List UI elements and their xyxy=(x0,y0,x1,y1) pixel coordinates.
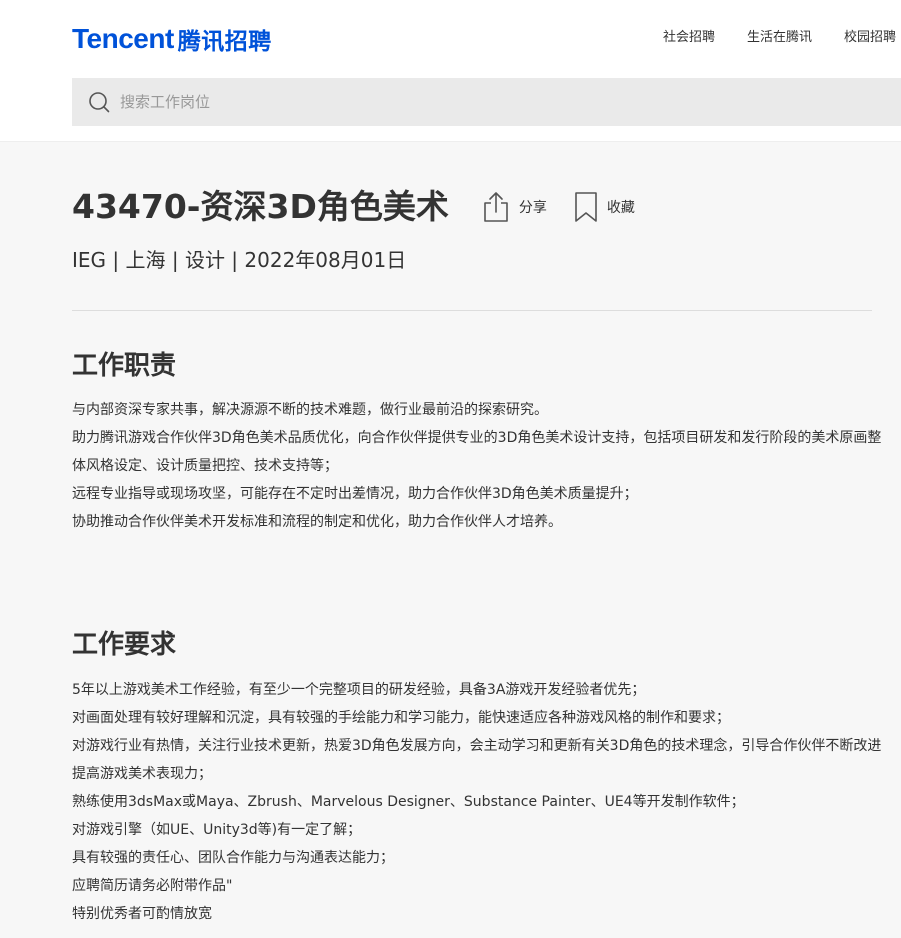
duty-item: 协助推动合作伙伴美术开发标准和流程的制定和优化，助力合作伙伴人才培养。 xyxy=(72,514,562,530)
share-label: 分享 xyxy=(518,200,547,216)
requirement-item: 具有较强的责任心、团队合作能力与沟通表达能力； xyxy=(72,850,394,866)
requirement-item: 对画面处理有较好理解和沉淀，具有较强的手绘能力和学习能力，能快速适应各种游戏风格… xyxy=(72,710,730,726)
duties-heading: 工作职责 xyxy=(72,351,177,381)
site-header: Tencent 腾讯招聘 社会招聘 生活在腾讯 校园招聘 xyxy=(0,0,901,142)
requirement-item: 特别优秀者可酌情放宽 xyxy=(72,906,212,922)
nav-campus-recruitment[interactable]: 校园招聘 xyxy=(844,29,896,47)
requirement-item: 熟练使用3dsMax或Maya、Zbrush、Marvelous Designe… xyxy=(72,794,745,810)
requirements-list: 5年以上游戏美术工作经验，有至少一个完整项目的研发经验，具备3A游戏开发经验者优… xyxy=(72,676,882,928)
favorite-label: 收藏 xyxy=(606,200,635,216)
top-nav: 社会招聘 生活在腾讯 校园招聘 xyxy=(663,29,901,47)
duty-item: 助力腾讯游戏合作伙伴3D角色美术品质优化，向合作伙伴提供专业的3D角色美术设计支… xyxy=(72,430,882,474)
duty-item: 与内部资深专家共事，解决源源不断的技术难题，做行业最前沿的探索研究。 xyxy=(72,402,548,418)
duties-list: 与内部资深专家共事，解决源源不断的技术难题，做行业最前沿的探索研究。 助力腾讯游… xyxy=(72,396,882,536)
search-input[interactable] xyxy=(120,87,820,117)
favorite-button[interactable]: 收藏 xyxy=(573,190,635,224)
job-title-row: 43470-资深3D角色美术 分享 收藏 xyxy=(72,184,635,230)
requirements-heading: 工作要求 xyxy=(72,630,177,660)
logo-text-en: Tencent xyxy=(72,23,174,54)
search-icon[interactable] xyxy=(88,91,110,113)
requirement-item: 对游戏行业有热情，关注行业技术更新，热爱3D角色发展方向，会主动学习和更新有关3… xyxy=(72,738,882,782)
requirement-item: 对游戏引擎（如UE、Unity3d等)有一定了解； xyxy=(72,822,362,838)
nav-social-recruitment[interactable]: 社会招聘 xyxy=(663,29,715,47)
requirement-item: 5年以上游戏美术工作经验，有至少一个完整项目的研发经验，具备3A游戏开发经验者优… xyxy=(72,682,646,698)
job-title: 43470-资深3D角色美术 xyxy=(72,187,449,226)
share-icon xyxy=(484,192,508,222)
share-button[interactable]: 分享 xyxy=(481,190,547,224)
bookmark-icon xyxy=(575,192,597,222)
duty-item: 远程专业指导或现场攻坚，可能存在不定时出差情况，助力合作伙伴3D角色美术质量提升… xyxy=(72,486,638,502)
nav-life-at-tencent[interactable]: 生活在腾讯 xyxy=(747,29,812,47)
tencent-careers-logo[interactable]: Tencent 腾讯招聘 xyxy=(72,20,272,58)
divider xyxy=(72,310,872,311)
job-meta: IEG | 上海 | 设计 | 2022年08月01日 xyxy=(72,248,407,272)
logo-text-cn: 腾讯招聘 xyxy=(177,29,272,55)
requirement-item: 应聘简历请务必附带作品" xyxy=(72,878,233,894)
search-bar xyxy=(72,78,901,126)
